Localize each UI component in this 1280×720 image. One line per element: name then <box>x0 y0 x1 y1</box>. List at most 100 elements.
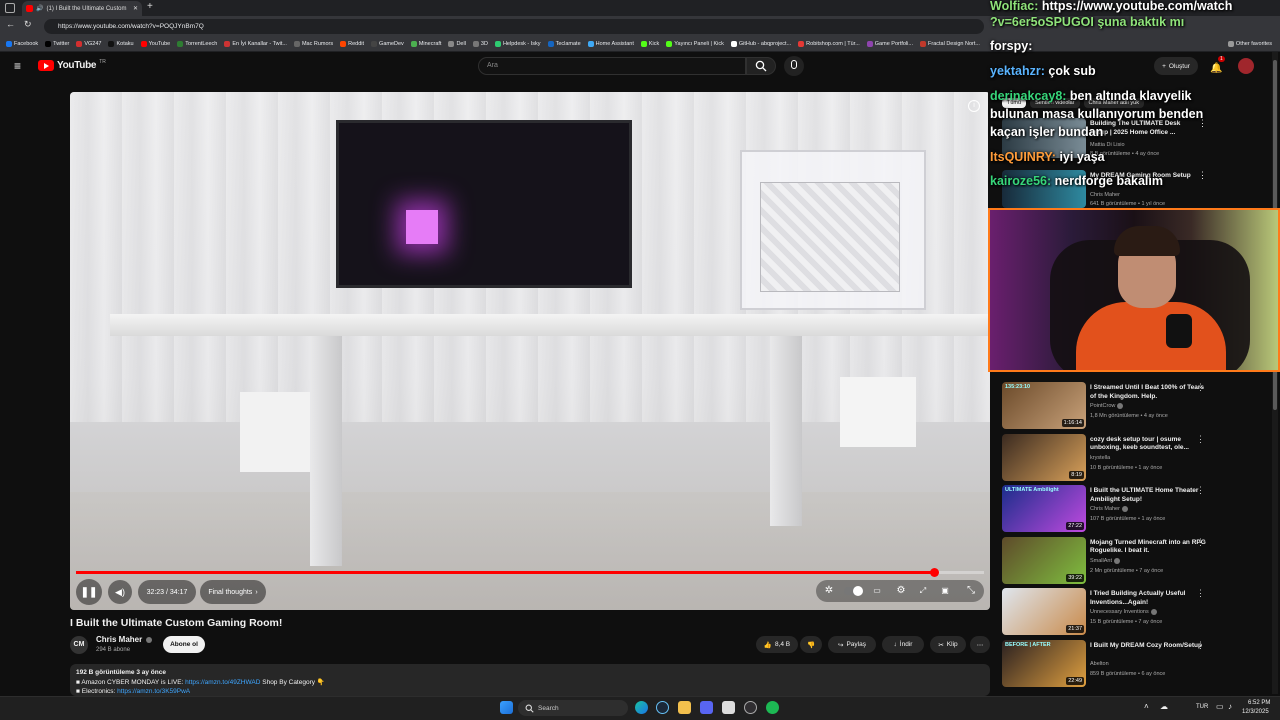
bookmark-item[interactable]: Reddit <box>340 40 364 47</box>
speaker-icon[interactable]: ♪ <box>1228 702 1232 711</box>
sidebar-item[interactable]: 21:37 I Tried Building Actually Useful In… <box>1002 588 1272 636</box>
bookmark-favicon-icon <box>730 40 737 47</box>
chat-text: bulunan masa kullanıyorum benden <box>990 107 1204 121</box>
back-icon[interactable]: ← <box>6 19 15 29</box>
tab-actions-icon[interactable] <box>5 3 15 13</box>
more-icon[interactable]: ⋮ <box>1196 434 1205 445</box>
download-label: İndir <box>899 641 913 648</box>
video-player[interactable]: i <box>70 92 990 610</box>
sidebar-item[interactable]: 8:19 cozy desk setup tour | osume unboxin… <box>1002 433 1272 482</box>
search-input[interactable]: Ara <box>478 57 746 75</box>
cloud-icon[interactable]: ☁ <box>1160 702 1168 711</box>
dislike-button[interactable]: 👎 <box>800 636 822 653</box>
more-icon[interactable]: ⋮ <box>1196 588 1205 599</box>
share-button[interactable]: ↪ Paylaş <box>828 636 876 653</box>
bookmark-item[interactable]: Facebook <box>6 40 38 47</box>
bookmark-item[interactable]: Dell <box>448 40 466 47</box>
bookmark-favicon-icon <box>494 40 501 47</box>
captions-icon[interactable]: ▭ <box>870 584 884 598</box>
pause-button[interactable]: ❚❚ <box>76 579 102 605</box>
progress-bar[interactable] <box>76 568 984 577</box>
time-display: 32:23 / 34:17 <box>138 580 196 604</box>
bookmark-item[interactable]: En İyi Kanallar - Twit... <box>224 40 287 47</box>
description-link[interactable]: https://amzn.to/49ZHWAD <box>185 679 260 686</box>
browser-tab-active[interactable]: 🔊 (1) I Built the Ultimate Custom ✕ <box>22 1 142 16</box>
more-icon[interactable]: ⋮ <box>1196 537 1205 548</box>
bookmark-item[interactable]: Kotaku <box>108 40 134 47</box>
bookmark-item[interactable]: Kick <box>640 40 659 47</box>
bookmark-item[interactable]: Fractal Design Nort... <box>920 40 980 47</box>
subscriber-count: 294 B abone <box>96 647 131 653</box>
bookmark-item[interactable]: Helpdesk - Isky <box>494 40 541 47</box>
bookmark-item[interactable]: Twitter <box>45 40 69 47</box>
file-explorer-icon[interactable] <box>678 701 691 714</box>
search-button[interactable] <box>746 57 776 75</box>
sidebar-item[interactable]: 135:23:10 1:16:14 I Streamed Until I Beat … <box>1002 382 1272 430</box>
new-tab-icon[interactable]: + <box>147 1 153 12</box>
download-button[interactable]: ↓ İndir <box>882 636 924 653</box>
sidebar-item[interactable]: ULTIMATE Ambilight 27:22 I Built the ULTIM… <box>1002 485 1272 533</box>
bookmark-item[interactable]: VG247 <box>76 40 101 47</box>
obs-icon[interactable] <box>744 701 757 714</box>
bookmark-item[interactable]: Teclamate <box>547 40 581 47</box>
more-icon[interactable]: ⋮ <box>1196 382 1205 393</box>
taskbar-search[interactable]: Search <box>518 700 628 716</box>
clock-date[interactable]: 12/3/2025 <box>1242 709 1269 715</box>
discord-icon[interactable] <box>700 701 713 714</box>
more-icon[interactable]: ⋮ <box>1196 640 1205 651</box>
bookmark-item[interactable]: Minecraft <box>410 40 442 47</box>
more-icon[interactable]: ⋮ <box>1196 485 1205 496</box>
bookmark-item[interactable]: Yayıncı Paneli | Kick <box>666 40 724 47</box>
subscribe-button[interactable]: Abone ol <box>163 636 205 653</box>
clock-time[interactable]: 6:52 PM <box>1248 700 1270 706</box>
channel-name[interactable]: Chris Maher <box>96 635 153 644</box>
description-box[interactable]: 192 B görüntüleme 3 ay önce ■ Amazon CYB… <box>70 664 990 696</box>
bookmark-label: Minecraft <box>418 40 442 47</box>
voice-search-button[interactable] <box>784 56 804 76</box>
system-tray: ˄ ☁ TUR ▭ ♪ 6:52 PM 12/3/2025 <box>1140 697 1280 719</box>
spotify-icon[interactable] <box>766 701 779 714</box>
url-field[interactable]: https://www.youtube.com/watch?v=POQJYnBm… <box>44 19 984 34</box>
theater-mode-icon[interactable]: ▣ <box>938 584 952 598</box>
settings-icon[interactable]: ⚙ <box>894 584 908 598</box>
autoplay-icon[interactable]: ✲ <box>822 584 836 598</box>
bookmark-item[interactable]: Mac Rumors <box>293 40 333 47</box>
scrubber-handle[interactable] <box>929 568 939 577</box>
speaker-icon[interactable]: 🔊 <box>36 5 43 12</box>
bookmark-item[interactable]: TorrentLeech <box>177 40 217 47</box>
bookmark-item[interactable]: 3D <box>472 40 488 47</box>
description-link[interactable]: https://amzn.to/3K59PwA <box>117 688 190 695</box>
verified-icon <box>1150 609 1157 615</box>
chevron-up-icon[interactable]: ˄ <box>1144 702 1149 711</box>
steam-icon[interactable] <box>656 701 669 714</box>
info-icon[interactable]: i <box>968 100 980 112</box>
bookmark-item[interactable]: Game Portfoli... <box>866 40 913 47</box>
bookmark-item[interactable]: Robitshop.com | Tür... <box>798 40 860 47</box>
miniplayer-icon[interactable]: ⤢ <box>916 584 930 598</box>
start-icon[interactable] <box>500 701 513 714</box>
tab-close-icon[interactable]: ✕ <box>133 5 138 12</box>
youtube-logo[interactable]: YouTube TR <box>38 59 106 71</box>
volume-button[interactable]: ◀) <box>108 580 132 604</box>
bookmark-item[interactable]: GameDev <box>371 40 404 47</box>
sidebar-item[interactable]: 39:22 Mojang Turned Minecraft into an RPG… <box>1002 536 1272 585</box>
fullscreen-icon[interactable]: ⤡ <box>964 584 978 598</box>
edge-icon[interactable] <box>635 701 648 714</box>
reload-icon[interactable]: ↻ <box>24 19 32 30</box>
bookmark-item[interactable]: YouTube <box>140 40 170 47</box>
network-icon[interactable]: ▭ <box>1216 702 1224 711</box>
more-actions-button[interactable]: ⋯ <box>970 636 990 653</box>
language-indicator[interactable]: TUR <box>1196 704 1208 710</box>
chat-text: kaçan işler bundan <box>990 125 1104 139</box>
bookmark-item[interactable]: Home Assistant <box>587 40 634 47</box>
menu-icon[interactable]: ≡ <box>14 59 21 73</box>
bookmark-item[interactable]: GitHub - abqproject... <box>730 40 791 47</box>
like-button[interactable]: 👍 8,4 B <box>756 636 798 653</box>
chapter-button[interactable]: Final thoughts › <box>200 580 266 604</box>
epic-games-icon[interactable] <box>722 701 735 714</box>
video-duration: 39:22 <box>1066 573 1084 582</box>
sidebar-item[interactable]: BEFORE | AFTER 22:49 I Built My DREAM Cozy… <box>1002 639 1272 688</box>
channel-avatar[interactable]: CM <box>70 636 88 654</box>
autoplay-toggle[interactable] <box>844 586 863 596</box>
clip-button[interactable]: ✂ Klip <box>930 636 966 653</box>
